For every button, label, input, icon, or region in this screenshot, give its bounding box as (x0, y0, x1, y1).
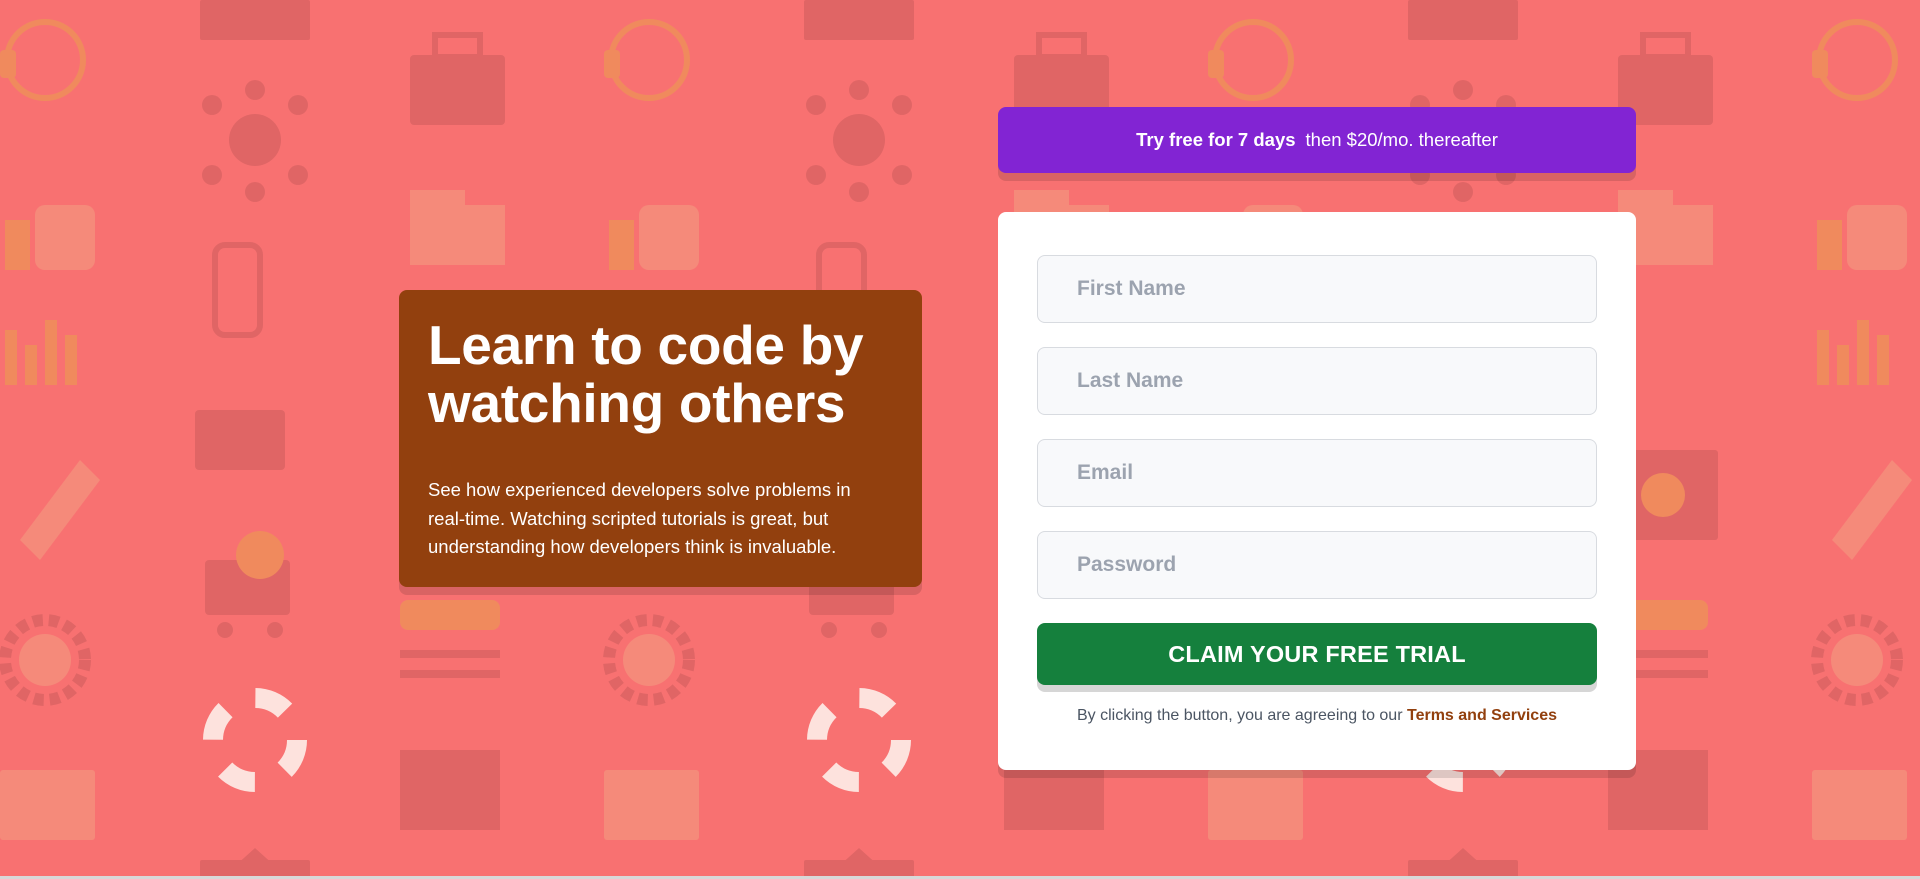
terms-prefix: By clicking the button, you are agreeing… (1077, 707, 1403, 724)
hero-description: See how experienced developers solve pro… (428, 479, 851, 557)
claim-trial-button[interactable]: CLAIM YOUR FREE TRIAL (1037, 623, 1597, 685)
hero-card: Learn to code by watching others See how… (399, 290, 922, 587)
promo-bold-text: Try free for 7 days (1136, 129, 1296, 150)
promo-rest-text: then $20/mo. thereafter (1305, 129, 1498, 150)
hero-title: Learn to code by watching others (428, 314, 864, 434)
promo-banner: Try free for 7 days then $20/mo. thereaf… (998, 107, 1636, 173)
last-name-input[interactable] (1037, 347, 1597, 415)
first-name-input[interactable] (1037, 255, 1597, 323)
signup-form: CLAIM YOUR FREE TRIAL By clicking the bu… (998, 212, 1636, 770)
email-input[interactable] (1037, 439, 1597, 507)
password-input[interactable] (1037, 531, 1597, 599)
terms-notice: By clicking the button, you are agreeing… (1037, 707, 1597, 725)
terms-link[interactable]: Terms and Services (1407, 707, 1557, 724)
